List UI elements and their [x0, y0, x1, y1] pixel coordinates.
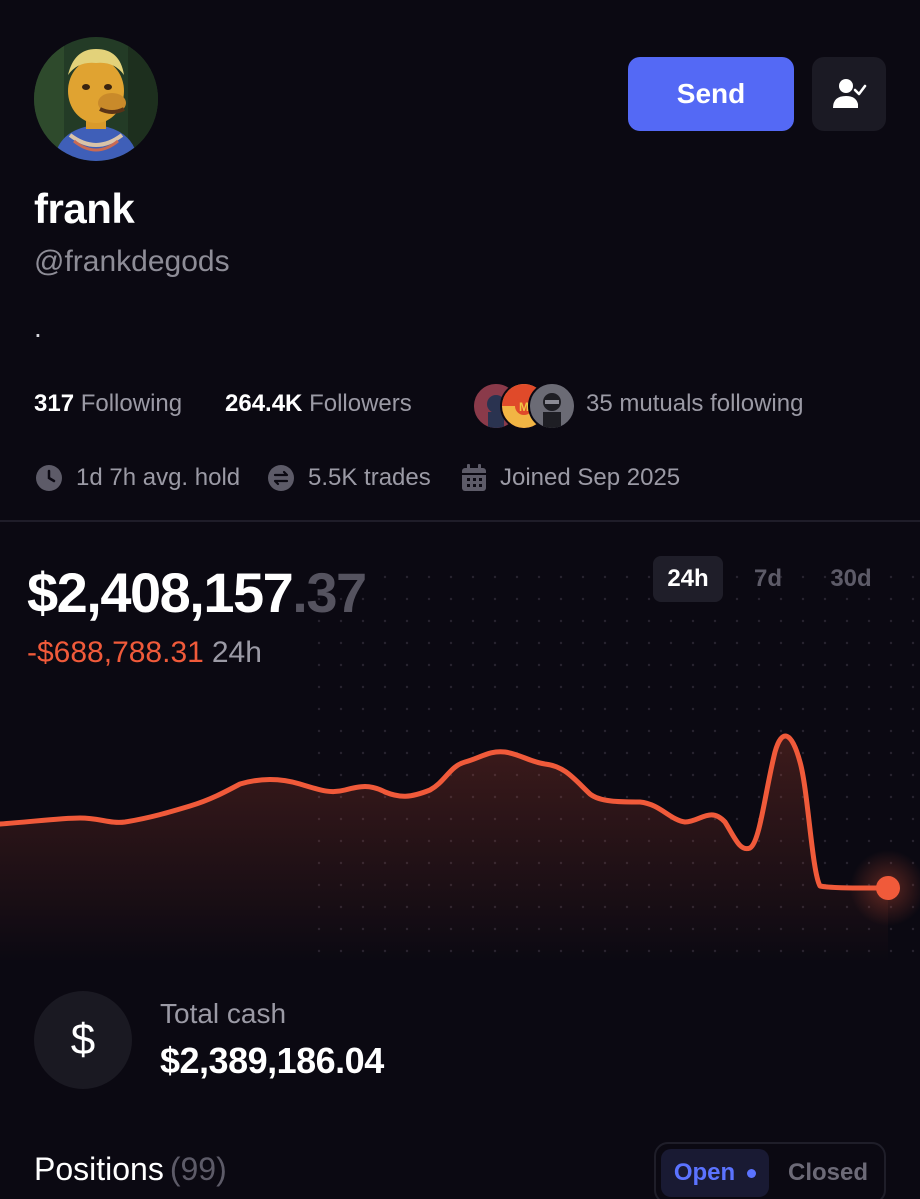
trades-item: 5.5K trades [266, 463, 431, 493]
following-stat[interactable]: 317 Following [34, 390, 182, 418]
follow-toggle-button[interactable] [812, 57, 886, 131]
display-name: frank [34, 185, 135, 232]
profile-page: Send frank @frankdegods . 317 Following … [0, 0, 920, 1199]
tab-open-positions[interactable]: Open [661, 1149, 769, 1197]
mutuals-text[interactable]: 35 mutuals following [586, 390, 803, 418]
followers-count: 264.4K [225, 390, 303, 417]
profile-avatar [34, 37, 158, 161]
positions-heading: Positions (99) [34, 1151, 227, 1188]
open-label: Open [673, 1159, 736, 1186]
stats-row: 317 Following 264.4K Followers M 35 mutu… [34, 382, 894, 430]
calendar-icon [462, 464, 486, 491]
followers-stat[interactable]: 264.4K Followers [225, 390, 412, 418]
meta-row: 1d 7h avg. hold 5.5K trades Joined Sep 2… [34, 463, 894, 495]
total-cash-label: Total cash [160, 998, 287, 1029]
current-value-dot[interactable] [876, 876, 900, 900]
dollar-icon: $ [34, 991, 132, 1089]
send-button[interactable]: Send [628, 57, 794, 131]
user-bio: . [34, 312, 42, 343]
portfolio-change: -$688,788.31 24h [27, 636, 262, 670]
positions-toggle: Open Closed [654, 1142, 886, 1199]
mutual-avatars[interactable]: M [472, 382, 578, 430]
active-dot-icon [747, 1168, 757, 1178]
joined-item: Joined Sep 2025 [460, 463, 680, 493]
total-cash-value: $2,389,186.04 [160, 1040, 384, 1081]
mutual-avatar [528, 382, 576, 430]
change-period: 24h [211, 636, 262, 669]
change-amount: -$688,788.31 [27, 636, 204, 669]
balance-cents: .37 [292, 561, 367, 624]
following-label: Following [80, 390, 183, 417]
swap-icon [268, 465, 294, 491]
trades-text: 5.5K trades [308, 464, 431, 491]
range-selector: 24h 7d 30d [653, 556, 893, 602]
range-tab-7d[interactable]: 7d [743, 556, 793, 602]
positions-count: (99) [169, 1151, 227, 1187]
followers-label: Followers [309, 390, 412, 417]
tab-closed-positions[interactable]: Closed [774, 1149, 882, 1197]
range-tab-30d[interactable]: 30d [819, 556, 883, 602]
avg-hold-item: 1d 7h avg. hold [34, 463, 240, 493]
following-count: 317 [34, 390, 75, 417]
clock-icon [36, 465, 62, 491]
balance-main: $2,408,157 [27, 561, 294, 624]
portfolio-balance: $2,408,157.37 [27, 560, 367, 625]
joined-text: Joined Sep 2025 [500, 464, 681, 491]
positions-title: Positions [34, 1151, 164, 1187]
avg-hold-text: 1d 7h avg. hold [76, 464, 241, 491]
user-check-icon [833, 79, 867, 108]
user-handle: @frankdegods [34, 245, 230, 278]
range-tab-24h[interactable]: 24h [653, 556, 723, 602]
